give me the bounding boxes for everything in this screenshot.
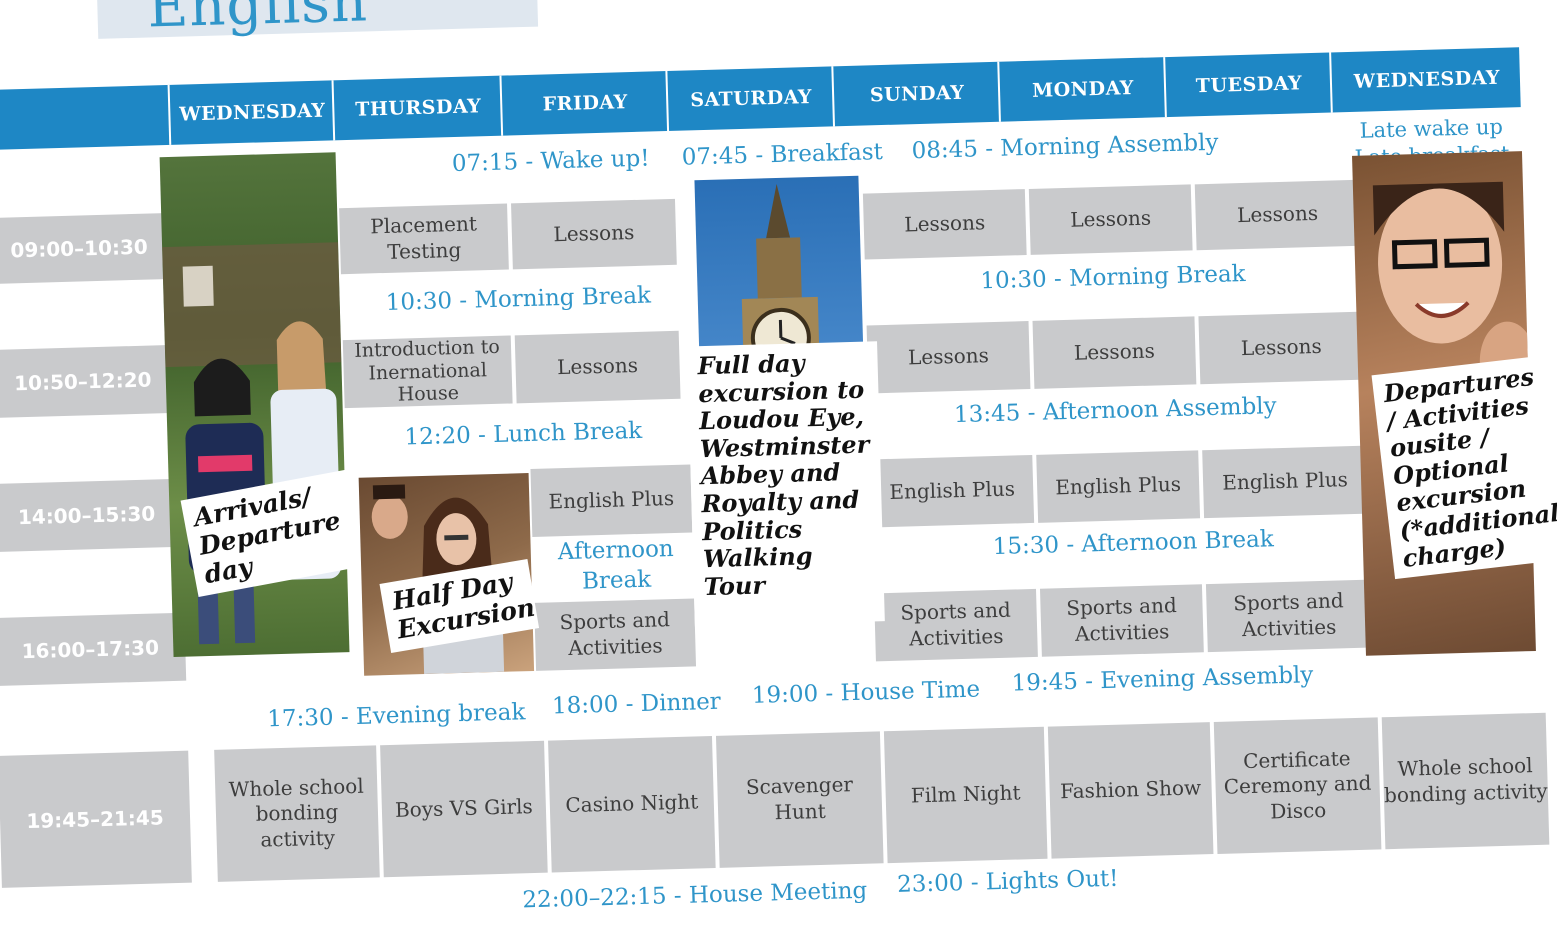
slot2-monday: Lessons — [1032, 316, 1197, 389]
slot3-tuesday: English Plus — [1202, 445, 1369, 519]
slot5-friday: Casino Night — [548, 736, 716, 873]
slot4-tuesday: Sports and Activities — [1205, 579, 1372, 653]
slot3-monday: English Plus — [1036, 450, 1201, 523]
timetable-sheet: English WEDNESDAY THURSDAY FRIDAY SATURD… — [0, 0, 1557, 929]
afternoon-break: 15:30 - Afternoon Break — [992, 526, 1275, 561]
dinner-time: 18:00 - Dinner — [551, 688, 722, 720]
page-title: English — [146, 0, 369, 41]
slot5-wednesday-last: Whole school bonding activity — [1381, 712, 1550, 850]
slot3-friday: English Plus — [530, 464, 693, 537]
time-slot-3: 14:00–15:30 — [0, 478, 183, 553]
day-header-saturday: SATURDAY — [665, 66, 835, 132]
slot3-sunday: English Plus — [870, 454, 1035, 528]
slot4-monday: Sports and Activities — [1039, 584, 1204, 657]
slot1-friday: Lessons — [511, 198, 677, 270]
day-header-thursday: THURSDAY — [331, 75, 504, 141]
slot5-saturday: Scavenger Hunt — [715, 731, 884, 868]
slot5-wednesday: Whole school bonding activity — [214, 745, 380, 882]
slot5-monday: Fashion Show — [1047, 722, 1214, 859]
morning-break-right: 10:30 - Morning Break — [980, 260, 1246, 295]
slot4-sunday: Sports and Activities — [874, 588, 1038, 662]
slot2-friday: Lessons — [514, 330, 681, 404]
departures-note: Departures / Activities ousite / Optiona… — [1371, 355, 1557, 580]
day-header-tuesday: TUESDAY — [1163, 52, 1333, 118]
slot5-tuesday: Certificate Ceremony and Disco — [1213, 717, 1382, 854]
time-slot-4: 16:00–17:30 — [0, 612, 187, 686]
slot4-friday: Sports and Activities — [534, 598, 697, 671]
breakfast-time: 07:45 - Breakfast — [681, 139, 884, 171]
evening-assembly: 19:45 - Evening Assembly — [1011, 662, 1314, 697]
slot1-monday: Lessons — [1028, 184, 1193, 255]
day-header-friday: FRIDAY — [499, 70, 670, 136]
time-slot-1: 09:00–10:30 — [0, 212, 175, 285]
slot1-sunday: Lessons — [862, 189, 1027, 260]
slot2-thursday: Introduction to Inernational House — [342, 335, 513, 409]
slot2-tuesday: Lessons — [1198, 311, 1365, 385]
lights-out: 23:00 - Lights Out! — [896, 865, 1119, 898]
morning-assembly-time: 08:45 - Morning Assembly — [911, 129, 1219, 165]
time-slot-2: 10:50–12:20 — [0, 344, 179, 419]
morning-break-left: 10:30 - Morning Break — [385, 282, 652, 316]
wake-up-time: 07:15 - Wake up! — [451, 145, 650, 178]
evening-break: 17:30 - Evening break — [266, 699, 526, 733]
full-day-note: Full day excursion to Loudou Eye, Westmi… — [687, 341, 885, 627]
slot1-thursday: Placement Testing — [339, 203, 509, 275]
house-time: 19:00 - House Time — [751, 676, 981, 709]
slot1-tuesday: Lessons — [1194, 179, 1361, 251]
slot5-sunday: Film Night — [883, 726, 1048, 864]
house-meeting: 22:00–22:15 - House Meeting — [522, 877, 868, 914]
day-header-wednesday-last: WEDNESDAY — [1329, 47, 1523, 113]
day-header-sunday: SUNDAY — [831, 61, 1001, 127]
day-header-wednesday: WEDNESDAY — [167, 80, 336, 145]
afternoon-assembly: 13:45 - Afternoon Assembly — [953, 393, 1277, 429]
day-header-monday: MONDAY — [997, 57, 1167, 122]
afternoon-break-friday: Afternoon Break — [557, 536, 675, 595]
lunch-break: 12:20 - Lunch Break — [404, 417, 643, 451]
time-slot-5: 19:45–21:45 — [0, 750, 192, 888]
slot5-thursday: Boys VS Girls — [380, 740, 548, 878]
slot2-sunday: Lessons — [866, 321, 1031, 394]
